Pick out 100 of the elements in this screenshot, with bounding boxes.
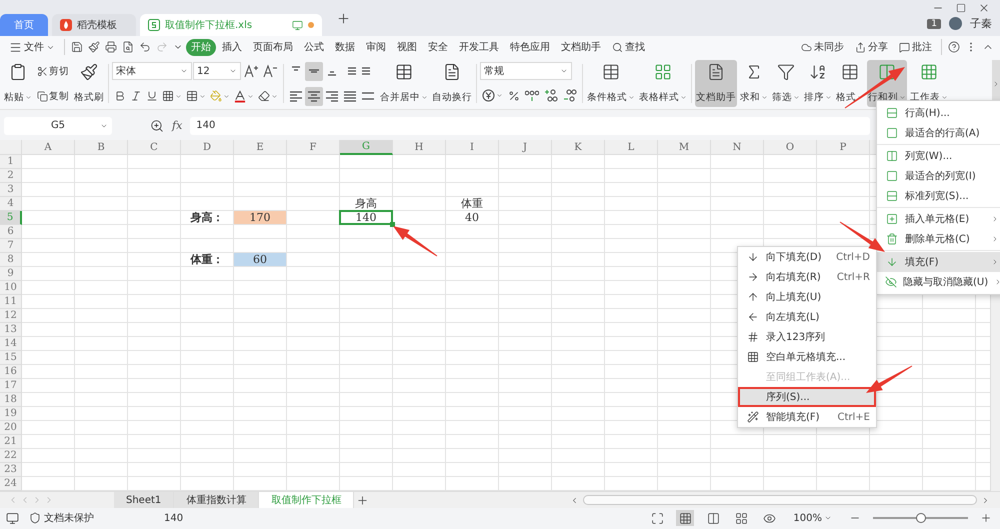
- ribbon-tool-button[interactable]: 排序: [803, 60, 833, 107]
- column-header[interactable]: F: [287, 140, 340, 155]
- column-header[interactable]: M: [658, 140, 711, 155]
- column-header[interactable]: B: [75, 140, 128, 155]
- zoom-slider-thumb[interactable]: [916, 513, 926, 523]
- menu-item[interactable]: 智能填充(F) Ctrl+E: [738, 407, 876, 427]
- menu-item[interactable]: 最适合的列宽(I): [877, 166, 1000, 186]
- ribbon-tab[interactable]: 安全: [423, 38, 453, 56]
- font-select[interactable]: 宋体: [112, 62, 192, 80]
- number-format-select[interactable]: 常规: [480, 62, 572, 80]
- menu-item[interactable]: 序列(S)...: [738, 387, 876, 407]
- alignment-button[interactable]: [305, 86, 323, 106]
- menu-item[interactable]: 向下填充(D) Ctrl+D: [738, 247, 876, 267]
- row-number[interactable]: 7: [0, 239, 22, 253]
- sheet-tab[interactable]: 体重指数计算: [174, 492, 260, 508]
- row-number[interactable]: 22: [0, 449, 22, 463]
- ribbon-tab[interactable]: 公式: [299, 38, 329, 56]
- save-button[interactable]: [69, 41, 85, 53]
- row-number[interactable]: 23: [0, 463, 22, 477]
- column-header[interactable]: D: [181, 140, 234, 155]
- row-number[interactable]: 16: [0, 365, 22, 379]
- column-header[interactable]: I: [446, 140, 499, 155]
- copy-button[interactable]: 复制: [35, 86, 71, 106]
- row-number[interactable]: 11: [0, 295, 22, 309]
- column-header[interactable]: A: [22, 140, 75, 155]
- horizontal-scrollbar[interactable]: [583, 495, 977, 505]
- column-header[interactable]: N: [711, 140, 764, 155]
- merge-center-button[interactable]: 合并居中: [379, 60, 429, 107]
- font-size-select[interactable]: 12: [193, 62, 241, 80]
- maximize-button[interactable]: [954, 3, 968, 13]
- column-header[interactable]: P: [817, 140, 870, 155]
- notification-badge[interactable]: 1: [927, 18, 941, 28]
- row-number[interactable]: 6: [0, 225, 22, 239]
- zoom-select[interactable]: 100%: [788, 510, 837, 526]
- row-number[interactable]: 3: [0, 183, 22, 197]
- column-header[interactable]: O: [764, 140, 817, 155]
- column-header[interactable]: E: [234, 140, 287, 155]
- formula-input[interactable]: 140: [190, 116, 870, 134]
- ribbon-tab[interactable]: 插入: [217, 38, 247, 56]
- ribbon-tab[interactable]: 审阅: [361, 38, 391, 56]
- column-header[interactable]: H: [393, 140, 446, 155]
- search-button[interactable]: 查找: [607, 38, 650, 56]
- row-number[interactable]: 14: [0, 337, 22, 351]
- row-number[interactable]: 19: [0, 407, 22, 421]
- menu-item[interactable]: 标准列宽(S)...: [877, 186, 1000, 206]
- name-box[interactable]: G5: [4, 116, 112, 134]
- fill-handle[interactable]: [390, 222, 395, 227]
- row-number[interactable]: 13: [0, 323, 22, 337]
- ribbon-tab[interactable]: 视图: [392, 38, 422, 56]
- ribbon-tab[interactable]: 文档助手: [556, 38, 606, 56]
- file-menu[interactable]: 文件: [4, 38, 60, 56]
- menu-item[interactable]: 向上填充(U): [738, 287, 876, 307]
- menu-item[interactable]: 最适合的行高(A): [877, 123, 1000, 143]
- paste-button[interactable]: 粘贴: [3, 60, 33, 107]
- menu-item[interactable]: 向左填充(L): [738, 307, 876, 327]
- toolbar-action[interactable]: 未同步: [796, 38, 849, 56]
- ribbon-tool-button[interactable]: 求和: [739, 60, 769, 107]
- help-button[interactable]: [946, 41, 962, 53]
- row-number[interactable]: 18: [0, 393, 22, 407]
- view-mode-button[interactable]: [676, 510, 694, 526]
- wrap-text-button[interactable]: 自动换行: [431, 60, 473, 107]
- column-header[interactable]: C: [128, 140, 181, 155]
- alignment-button[interactable]: [305, 62, 323, 80]
- ribbon-tool-button[interactable]: 文档助手: [695, 60, 737, 107]
- document-tab[interactable]: 稻壳模板: [52, 14, 136, 36]
- ribbon-tab[interactable]: 页面布局: [248, 38, 298, 56]
- menu-item[interactable]: 录入123序列: [738, 327, 876, 347]
- column-header[interactable]: K: [552, 140, 605, 155]
- column-header[interactable]: L: [605, 140, 658, 155]
- user-avatar[interactable]: [949, 17, 962, 30]
- ribbon-tab[interactable]: 特色应用: [505, 38, 555, 56]
- print-button[interactable]: [103, 41, 119, 53]
- ribbon-tab[interactable]: 数据: [330, 38, 360, 56]
- menu-item[interactable]: 填充(F): [877, 252, 1000, 272]
- row-number[interactable]: 10: [0, 281, 22, 295]
- ribbon-tab[interactable]: 开发工具: [454, 38, 504, 56]
- menu-item[interactable]: 删除单元格(C): [877, 229, 1000, 249]
- row-number[interactable]: 17: [0, 379, 22, 393]
- row-number[interactable]: 1: [0, 155, 22, 169]
- column-header[interactable]: J: [499, 140, 552, 155]
- cut-button[interactable]: 剪切: [35, 62, 71, 80]
- row-number[interactable]: 20: [0, 421, 22, 435]
- row-number[interactable]: 4: [0, 197, 22, 211]
- ribbon-tool-button[interactable]: 表格样式: [638, 60, 688, 107]
- row-number[interactable]: 2: [0, 169, 22, 183]
- ribbon-tool-button[interactable]: 条件格式: [586, 60, 636, 107]
- sheet-tab[interactable]: Sheet1: [114, 492, 174, 508]
- menu-item[interactable]: 列宽(W)...: [877, 146, 1000, 166]
- menu-item[interactable]: 插入单元格(E): [877, 209, 1000, 229]
- menu-item[interactable]: 向右填充(R) Ctrl+R: [738, 267, 876, 287]
- menu-item[interactable]: 空白单元格填充...: [738, 347, 876, 367]
- ribbon-tool-button[interactable]: 格式: [835, 60, 865, 107]
- row-number[interactable]: 21: [0, 435, 22, 449]
- paintbrush-button[interactable]: [86, 41, 102, 53]
- row-number[interactable]: 8: [0, 253, 22, 267]
- menu-item[interactable]: 隐藏与取消隐藏(U): [877, 272, 1000, 292]
- row-number[interactable]: 9: [0, 267, 22, 281]
- toolbar-action[interactable]: 批注: [894, 38, 937, 56]
- row-number[interactable]: 12: [0, 309, 22, 323]
- format-painter-button[interactable]: 格式刷: [73, 60, 105, 107]
